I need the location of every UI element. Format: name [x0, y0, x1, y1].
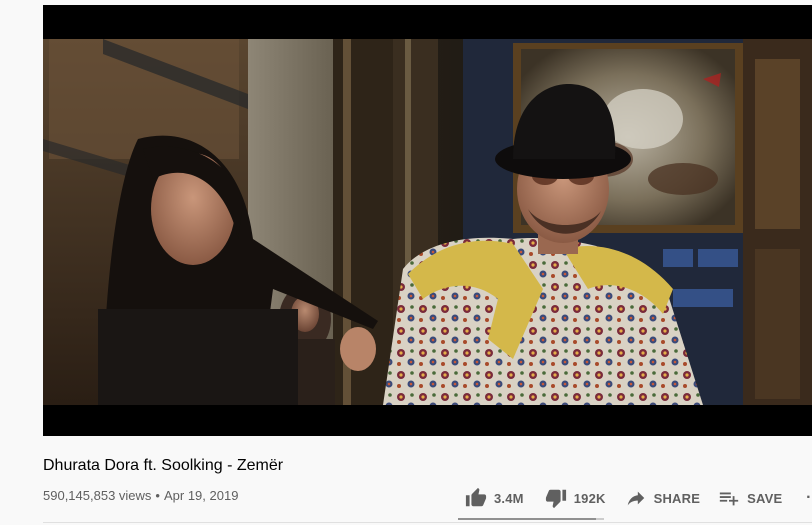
- sentiment-bar-like-fill: [458, 518, 597, 520]
- thumbs-down-icon: [544, 486, 568, 510]
- share-arrow-icon: [624, 486, 648, 510]
- share-button[interactable]: SHARE: [624, 484, 701, 512]
- save-button[interactable]: SAVE: [717, 484, 782, 512]
- meta-separator: •: [155, 488, 160, 503]
- more-actions-button[interactable]: ···: [802, 484, 812, 512]
- like-button[interactable]: 3.4M: [464, 484, 524, 512]
- video-frame: [43, 39, 812, 405]
- sentiment-bar: [458, 518, 604, 520]
- thumbs-up-icon: [464, 486, 488, 510]
- dislike-button[interactable]: 192K: [544, 484, 606, 512]
- video-title: Dhurata Dora ft. Soolking - Zemër: [43, 457, 284, 474]
- video-actions: 3.4M 192K SHARE SAVE ···: [458, 484, 812, 512]
- watch-page: Dhurata Dora ft. Soolking - Zemër 590,14…: [0, 0, 812, 525]
- video-still-image: [43, 39, 812, 405]
- like-count: 3.4M: [494, 490, 524, 506]
- playlist-add-icon: [717, 486, 741, 510]
- dislike-count: 192K: [573, 490, 606, 506]
- publish-date: Apr 19, 2019: [163, 488, 239, 503]
- more-horizontal-icon: ···: [806, 489, 812, 506]
- view-count: 590,145,853 views: [43, 488, 152, 503]
- share-label: SHARE: [653, 490, 701, 506]
- section-divider: [43, 522, 812, 523]
- video-player[interactable]: [43, 5, 812, 436]
- save-label: SAVE: [747, 490, 783, 506]
- video-meta: 590,145,853 views • Apr 19, 2019: [43, 488, 238, 503]
